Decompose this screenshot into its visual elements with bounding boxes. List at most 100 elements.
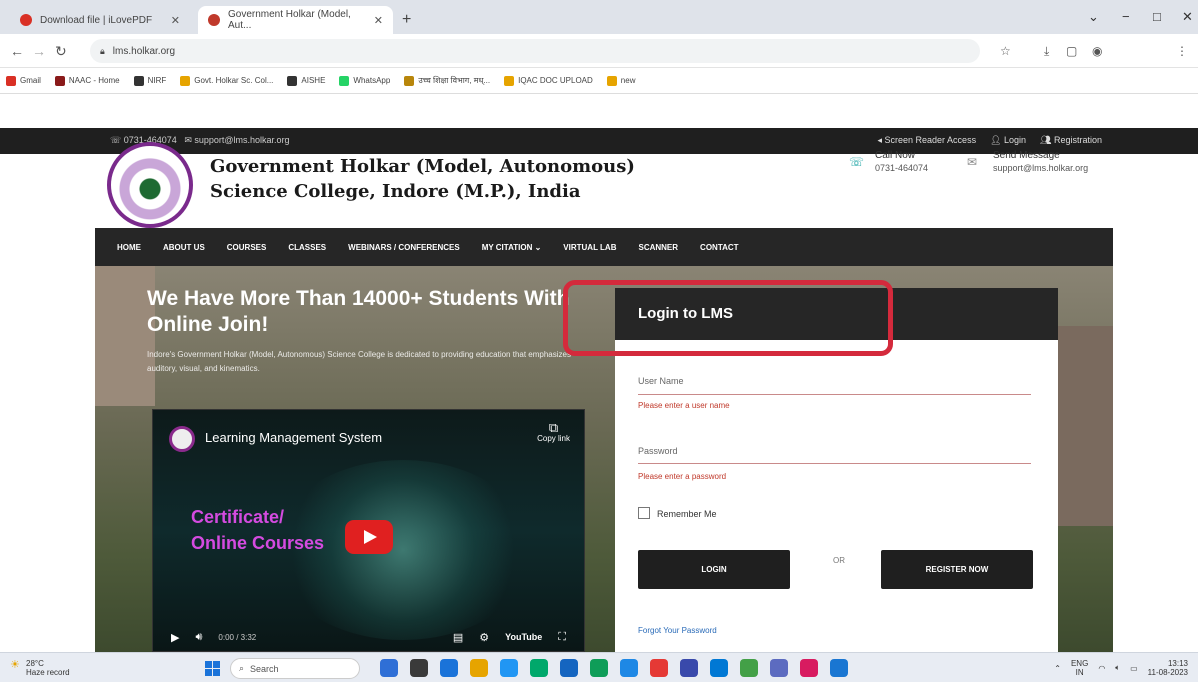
taskbar-search[interactable]: ⌕ Search [230, 658, 360, 679]
youtube-logo[interactable]: YouTube [505, 632, 542, 642]
login-button[interactable]: LOGIN [638, 550, 790, 589]
weather-widget[interactable]: ☀ 28°C Haze record [10, 659, 70, 677]
url-bar[interactable]: 🔒︎ lms.holkar.org [90, 39, 980, 63]
bookmark-item[interactable]: WhatsApp [339, 75, 390, 86]
bookmark-icon [133, 75, 144, 86]
nav-item[interactable]: SCANNER [638, 243, 678, 252]
copy-link-button[interactable]: ⧉ Copy link [537, 420, 570, 444]
play-icon[interactable]: ▶ [171, 631, 179, 644]
new-tab-button[interactable]: + [402, 11, 411, 29]
reload-icon[interactable]: ↻ [55, 43, 67, 60]
taskbar-app-icon[interactable] [560, 659, 578, 677]
profile-icon[interactable]: ◉ [1092, 44, 1102, 58]
volume-icon[interactable]: 🔈︎ [1115, 663, 1120, 673]
login-link[interactable]: 👤︎ Login [990, 135, 1026, 146]
nav-item[interactable]: CLASSES [288, 243, 326, 252]
video-player[interactable]: Learning Management System ⧉ Copy link C… [152, 409, 585, 652]
taskbar-app-icon[interactable] [410, 659, 428, 677]
browser-tab-active[interactable]: Government Holkar (Model, Aut... ✕ [198, 6, 393, 34]
bookmark-item[interactable]: NAAC - Home [54, 75, 120, 86]
volume-icon[interactable]: 🔊︎ [195, 631, 202, 644]
hero-title-line2: Online Join! [147, 313, 269, 336]
clock[interactable]: 13:13 11-08-2023 [1148, 659, 1188, 677]
fullscreen-icon[interactable]: ⛶ [558, 631, 566, 644]
taskbar-app-icon[interactable] [620, 659, 638, 677]
nav-item[interactable]: WEBINARS / CONFERENCES [348, 243, 460, 252]
settings-icon[interactable]: ⚙ [479, 631, 489, 644]
subtitles-icon[interactable]: ▤ [453, 631, 463, 644]
forward-icon[interactable]: → [32, 43, 46, 59]
bookmark-item[interactable]: AISHE [287, 75, 326, 86]
wifi-icon[interactable]: ◠ [1098, 664, 1105, 673]
nav-item[interactable]: ABOUT US [163, 243, 205, 252]
nav-item[interactable]: COURSES [227, 243, 267, 252]
taskbar-app-icon[interactable] [440, 659, 458, 677]
taskbar-app-icon[interactable] [710, 659, 728, 677]
taskbar-app-icon[interactable] [470, 659, 488, 677]
sidepanel-icon[interactable]: ▢ [1066, 44, 1077, 58]
forgot-password-link[interactable]: Forgot Your Password [638, 626, 717, 635]
battery-icon[interactable]: ▭ [1130, 664, 1138, 673]
taskbar-app-icon[interactable] [770, 659, 788, 677]
taskbar-app-icon[interactable] [380, 659, 398, 677]
download-icon[interactable]: ⤓ [1044, 44, 1049, 59]
bookmark-item[interactable]: Gmail [6, 75, 41, 86]
lock-icon: 🔒︎ [100, 45, 105, 56]
windows-start-icon[interactable] [205, 661, 220, 676]
bookmark-label: NAAC - Home [68, 76, 120, 85]
taskbar-app-icon[interactable] [590, 659, 608, 677]
language-indicator[interactable]: ENG IN [1071, 659, 1088, 677]
weather-desc: Haze record [26, 668, 70, 677]
remember-me-checkbox[interactable] [638, 507, 650, 519]
minimize-button[interactable]: − [1122, 9, 1130, 24]
taskbar-app-icon[interactable] [800, 659, 818, 677]
chevron-up-icon[interactable]: ⌃ [1054, 664, 1061, 673]
bookmark-label: उच्च शिक्षा विभाग, मध्... [418, 76, 491, 85]
bookmark-item[interactable]: उच्च शिक्षा विभाग, मध्... [404, 75, 490, 86]
menu-icon[interactable]: ⋮ [1176, 44, 1188, 58]
maximize-button[interactable]: □ [1153, 9, 1161, 24]
taskbar-app-icon[interactable] [680, 659, 698, 677]
browser-tab[interactable]: Download file | iLovePDF ✕ [10, 6, 190, 34]
taskbar-app-icon[interactable] [740, 659, 758, 677]
remember-me-label[interactable]: Remember Me [657, 509, 717, 519]
channel-avatar[interactable] [169, 426, 195, 452]
back-icon[interactable]: ← [10, 43, 24, 59]
url-text: lms.holkar.org [112, 45, 176, 57]
send-message-block: ✉ Send Message support@lms.holkar.org [967, 150, 1088, 174]
taskbar-app-icon[interactable] [650, 659, 668, 677]
bookmark-item[interactable]: Govt. Holkar Sc. Col... [180, 75, 273, 86]
bookmark-label: IQAC DOC UPLOAD [518, 76, 593, 85]
video-time: 0:00 / 3:32 [218, 632, 257, 642]
bookmark-item[interactable]: IQAC DOC UPLOAD [504, 75, 593, 86]
close-window-button[interactable]: ✕ [1182, 9, 1193, 25]
copy-icon: ⧉ [548, 420, 559, 435]
username-field[interactable]: User Name [638, 376, 684, 386]
taskbar-app-icon[interactable] [830, 659, 848, 677]
windows-taskbar: ☀ 28°C Haze record ⌕ Search ⌃ ENG IN ◠ 🔈… [0, 652, 1198, 682]
nav-item[interactable]: HOME [117, 243, 141, 252]
screen-reader-link[interactable]: ◂ Screen Reader Access [877, 135, 976, 146]
password-field[interactable]: Password [638, 446, 678, 456]
video-title[interactable]: Learning Management System [205, 430, 382, 445]
register-now-button[interactable]: REGISTER NOW [881, 550, 1033, 589]
tab-search-icon[interactable]: ⌄ [1088, 9, 1099, 25]
nav-item[interactable]: MY CITATION ⌄ [482, 243, 542, 252]
taskbar-app-icon[interactable] [530, 659, 548, 677]
nav-item[interactable]: CONTACT [700, 243, 739, 252]
taskbar-app-icon[interactable] [500, 659, 518, 677]
region-text: IN [1075, 668, 1084, 677]
bookmark-item[interactable]: new [606, 75, 635, 86]
bookmark-item[interactable]: NIRF [133, 75, 166, 86]
close-tab-icon[interactable]: ✕ [374, 14, 383, 27]
pdf-icon [20, 14, 32, 26]
registration-link[interactable]: 👥︎ Registration [1040, 135, 1102, 146]
nav-item[interactable]: VIRTUAL LAB [563, 243, 616, 252]
close-tab-icon[interactable]: ✕ [171, 14, 180, 27]
youtube-play-button[interactable] [345, 520, 393, 554]
extensions-icon[interactable]: ☆ [1000, 44, 1011, 58]
video-controls: ▶ 🔊︎ 0:00 / 3:32 ▤ ⚙ YouTube ⛶ [153, 623, 584, 651]
college-logo[interactable] [107, 142, 193, 228]
bookmark-label: AISHE [301, 76, 326, 85]
site-header: Government Holkar (Model, Autonomous) Sc… [95, 142, 1113, 228]
